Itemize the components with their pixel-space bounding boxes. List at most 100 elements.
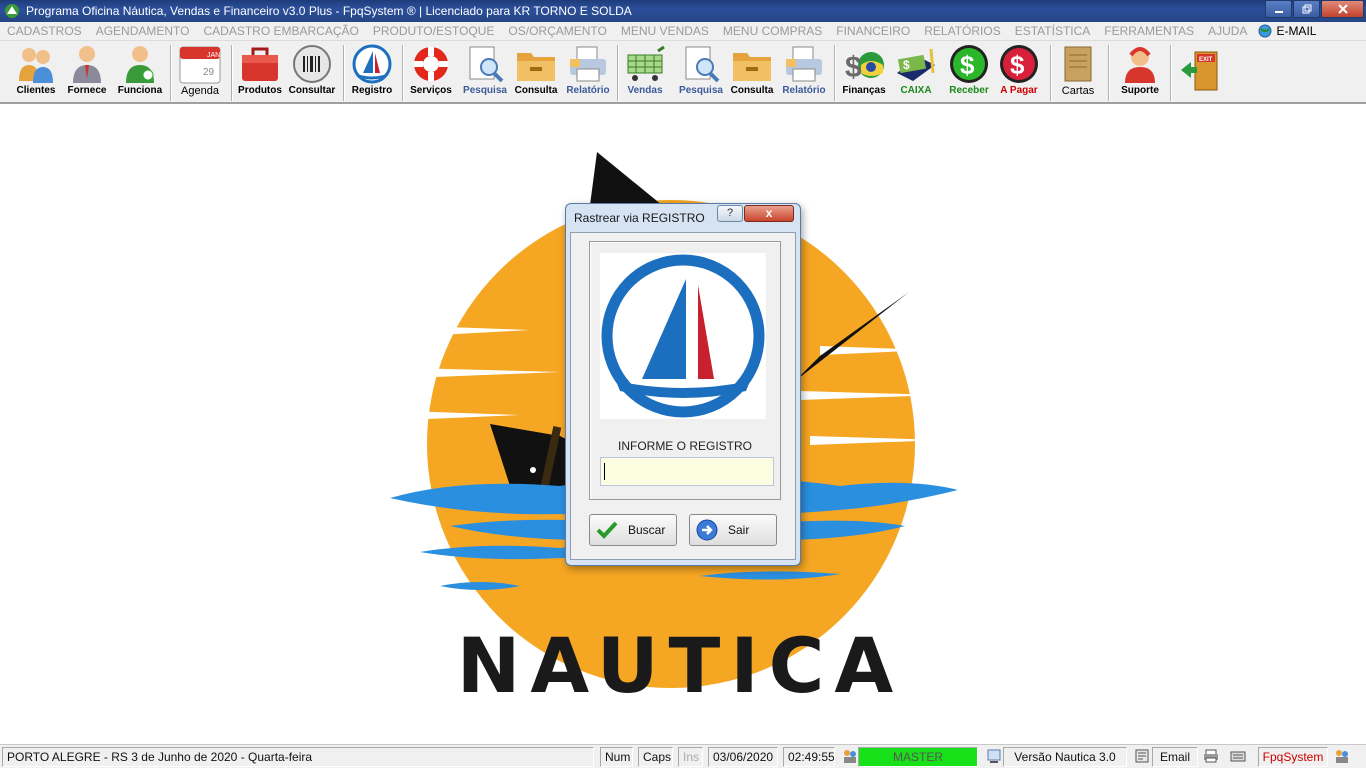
fornece-label: Fornece: [67, 85, 107, 96]
produtos-button[interactable]: Produtos: [235, 43, 285, 101]
agenda-button[interactable]: JAN 29 Agenda: [175, 43, 225, 101]
buscar-label: Buscar: [628, 523, 666, 537]
dialog-title: Rastrear via REGISTRO: [574, 211, 705, 225]
sair-label: Sair: [728, 523, 750, 537]
vendas-button[interactable]: Vendas: [621, 43, 669, 101]
status-num: Num: [600, 747, 633, 767]
dialog-body: INFORME O REGISTRO Buscar Sair: [570, 232, 796, 560]
menu-bar: CADASTROS AGENDAMENTO CADASTRO EMBARCAÇÃ…: [0, 22, 1366, 41]
menu-cadastro-embarcacao[interactable]: CADASTRO EMBARCAÇÃO: [203, 24, 358, 38]
help-button[interactable]: ?: [717, 205, 743, 222]
caixa-button[interactable]: $ CAIXA: [892, 43, 940, 101]
printer-status-icon[interactable]: [1203, 748, 1219, 764]
version-icon: [987, 749, 1001, 763]
menu-ferramentas[interactable]: FERRAMENTAS: [1104, 24, 1194, 38]
buscar-button[interactable]: Buscar: [589, 514, 677, 546]
status-email[interactable]: Email: [1152, 747, 1198, 767]
menu-os-orcamento[interactable]: OS/ORÇAMENTO: [508, 24, 606, 38]
minimize-icon: [1274, 11, 1283, 13]
apagar-button[interactable]: $ A Pagar: [995, 43, 1043, 101]
email-icon: [1135, 749, 1149, 763]
menu-agendamento[interactable]: AGENDAMENTO: [96, 24, 190, 38]
pesquisa-vendas-label: Pesquisa: [679, 85, 723, 96]
pesquisa-servicos-button[interactable]: Pesquisa: [459, 43, 511, 101]
status-date: 03/06/2020: [708, 747, 778, 767]
relatorio-servicos-button[interactable]: Relatório: [562, 43, 614, 101]
financas-label: Finanças: [842, 85, 886, 96]
toolbar-separator: [402, 45, 404, 101]
apagar-label: A Pagar: [1000, 85, 1038, 96]
status-ins: Ins: [678, 747, 703, 767]
sair-button[interactable]: Sair: [689, 514, 777, 546]
close-window-button[interactable]: [1321, 0, 1364, 18]
pesquisa-servicos-label: Pesquisa: [463, 85, 507, 96]
suporte-button[interactable]: Suporte: [1114, 43, 1166, 101]
menu-financeiro[interactable]: FINANCEIRO: [836, 24, 910, 38]
pay-dollar-icon: $: [1000, 45, 1038, 83]
consulta-vendas-button[interactable]: Consulta: [727, 43, 777, 101]
users-icon: [844, 750, 856, 763]
cartas-button[interactable]: Cartas: [1054, 43, 1102, 101]
status-location-date: PORTO ALEGRE - RS 3 de Junho de 2020 - Q…: [2, 747, 594, 767]
menu-ajuda[interactable]: AJUDA: [1208, 24, 1247, 38]
exit-sign-text: EXIT: [1199, 57, 1213, 63]
restore-icon: [1302, 4, 1311, 14]
toolbar-separator: [170, 45, 172, 101]
suporte-label: Suporte: [1121, 85, 1159, 96]
menu-compras[interactable]: MENU COMPRAS: [723, 24, 822, 38]
dialog-close-button[interactable]: x: [744, 205, 794, 222]
relatorio-vendas-button[interactable]: Relatório: [778, 43, 830, 101]
maximize-button[interactable]: [1293, 0, 1320, 18]
employee-icon: [126, 46, 154, 83]
menu-estatistica[interactable]: ESTATÍSTICA: [1015, 24, 1091, 38]
checkmark-icon: [596, 521, 618, 539]
status-bar: PORTO ALEGRE - RS 3 de Junho de 2020 - Q…: [0, 744, 1366, 768]
funciona-button[interactable]: Funciona: [115, 43, 165, 101]
toolbar-separator: [1108, 45, 1110, 101]
clientes-button[interactable]: Clientes: [10, 43, 62, 101]
registro-button[interactable]: Registro: [347, 43, 397, 101]
toolbar: Clientes Fornece Funciona JAN 29 Agenda …: [0, 41, 1366, 104]
registro-input[interactable]: [600, 457, 774, 486]
receber-button[interactable]: $ Receber: [943, 43, 995, 101]
menu-cadastros[interactable]: CADASTROS: [7, 24, 82, 38]
servicos-button[interactable]: Serviços: [406, 43, 456, 101]
status-version: Versão Nautica 3.0: [1003, 747, 1127, 767]
arrow-right-circle-icon: [696, 519, 718, 541]
receber-label: Receber: [949, 85, 989, 96]
menu-email[interactable]: E-MAIL: [1276, 24, 1316, 38]
menu-vendas[interactable]: MENU VENDAS: [621, 24, 709, 38]
toolbar-separator: [231, 45, 233, 101]
servicos-label: Serviços: [410, 85, 452, 96]
keyboard-icon[interactable]: [1230, 748, 1246, 764]
relatorio-vendas-label: Relatório: [782, 85, 826, 96]
title-bar: Programa Oficina Náutica, Vendas e Finan…: [0, 0, 1366, 22]
minimize-button[interactable]: [1265, 0, 1292, 18]
financas-button[interactable]: $ Finanças: [838, 43, 890, 101]
funciona-label: Funciona: [117, 85, 163, 96]
agenda-label: Agenda: [181, 85, 219, 97]
svg-text:$: $: [960, 50, 975, 80]
menu-produto-estoque[interactable]: PRODUTO/ESTOQUE: [373, 24, 495, 38]
barcode-icon: [293, 45, 331, 83]
registro-prompt: INFORME O REGISTRO: [617, 439, 752, 453]
status-user: MASTER: [858, 747, 978, 767]
cash-book-icon: $: [897, 48, 935, 81]
exit-door-icon: EXIT: [1181, 51, 1218, 91]
caixa-label: CAIXA: [900, 85, 932, 96]
toolbar-separator: [1050, 45, 1052, 101]
magnifier-document-icon: [685, 46, 720, 83]
pesquisa-vendas-button[interactable]: Pesquisa: [675, 43, 727, 101]
printer-icon: [786, 46, 822, 82]
rastrear-registro-dialog: Rastrear via REGISTRO ? x INFORME O REGI…: [565, 203, 801, 566]
text-caret: [604, 463, 605, 480]
consulta-servicos-button[interactable]: Consulta: [511, 43, 561, 101]
status-time: 02:49:55: [783, 747, 835, 767]
support-agent-icon: [1125, 47, 1155, 83]
fornece-button[interactable]: Fornece: [62, 43, 112, 101]
svg-text:$: $: [1010, 50, 1025, 80]
menu-relatorios[interactable]: RELATÓRIOS: [924, 24, 1000, 38]
consultar-button[interactable]: Consultar: [286, 43, 338, 101]
exit-button[interactable]: EXIT: [1175, 43, 1225, 101]
folder-drawer-icon: [733, 53, 771, 81]
